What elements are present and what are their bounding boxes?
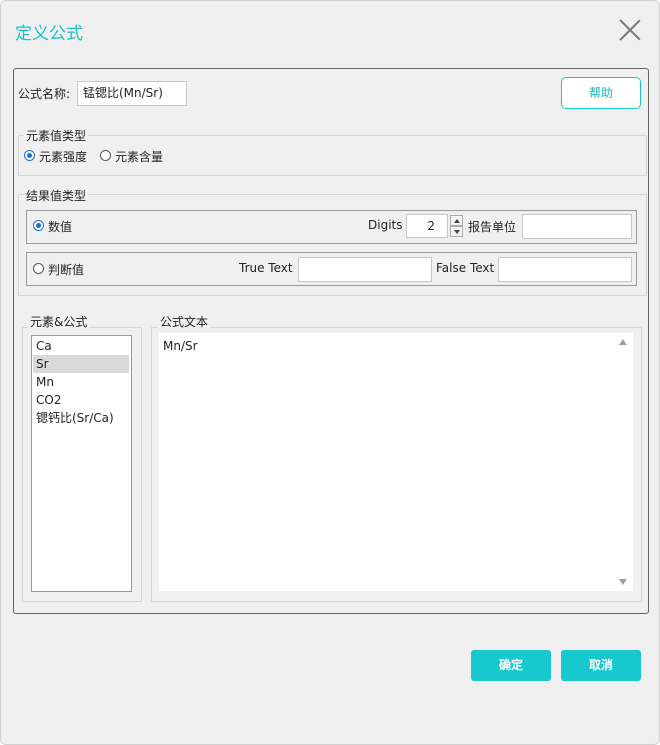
digits-increment-button[interactable] (450, 215, 463, 226)
formula-text-legend: 公式文本 (158, 313, 211, 330)
main-panel: 公式名称: 锰锶比(Mn/Sr) 帮助 元素值类型 元素强度 元素含量 结果值类… (13, 68, 649, 614)
element-value-type-group (18, 135, 647, 176)
elements-formulas-legend: 元素&公式 (28, 313, 90, 330)
list-item[interactable]: 锶钙比(Sr/Ca) (33, 409, 129, 427)
radio-numeric[interactable] (33, 220, 44, 231)
close-icon[interactable] (617, 17, 643, 43)
false-text-input[interactable] (498, 257, 632, 282)
list-item[interactable]: Ca (33, 337, 129, 355)
digits-decrement-button[interactable] (450, 226, 463, 237)
true-text-input[interactable] (298, 257, 432, 282)
formula-text-value: Mn/Sr (163, 339, 198, 353)
true-text-label: True Text (239, 261, 293, 275)
radio-element-intensity-label[interactable]: 元素强度 (39, 148, 87, 165)
elements-list[interactable]: Ca Sr Mn CO2 锶钙比(Sr/Ca) (31, 335, 132, 592)
list-item-selected[interactable]: Sr (33, 355, 129, 373)
radio-element-intensity[interactable] (24, 150, 35, 161)
false-text-label: False Text (436, 261, 495, 275)
digits-input[interactable]: 2 (406, 214, 448, 238)
list-item[interactable]: CO2 (33, 391, 129, 409)
report-unit-input[interactable] (522, 214, 632, 239)
radio-boolean[interactable] (33, 263, 44, 274)
element-value-type-legend: 元素值类型 (24, 127, 89, 144)
formula-text-area[interactable]: Mn/Sr (159, 333, 633, 591)
define-formula-dialog: 定义公式 公式名称: 锰锶比(Mn/Sr) 帮助 元素值类型 元素强度 元素含量… (0, 0, 660, 745)
result-value-type-legend: 结果值类型 (24, 187, 89, 204)
dialog-title: 定义公式 (15, 24, 83, 44)
ok-button[interactable]: 确定 (471, 650, 551, 681)
radio-element-content-label[interactable]: 元素含量 (115, 148, 163, 165)
radio-boolean-label[interactable]: 判断值 (48, 261, 84, 278)
digits-label: Digits (368, 218, 403, 232)
formula-name-label: 公式名称: (18, 87, 71, 101)
scroll-down-icon[interactable] (619, 579, 627, 585)
report-unit-label: 报告单位 (468, 220, 517, 234)
scroll-up-icon[interactable] (619, 339, 627, 345)
radio-numeric-label[interactable]: 数值 (48, 218, 72, 235)
list-item[interactable]: Mn (33, 373, 129, 391)
formula-name-input[interactable]: 锰锶比(Mn/Sr) (77, 81, 187, 106)
help-button[interactable]: 帮助 (561, 77, 641, 109)
cancel-button[interactable]: 取消 (561, 650, 641, 681)
radio-element-content[interactable] (100, 150, 111, 161)
title-bar: 定义公式 (1, 1, 659, 59)
